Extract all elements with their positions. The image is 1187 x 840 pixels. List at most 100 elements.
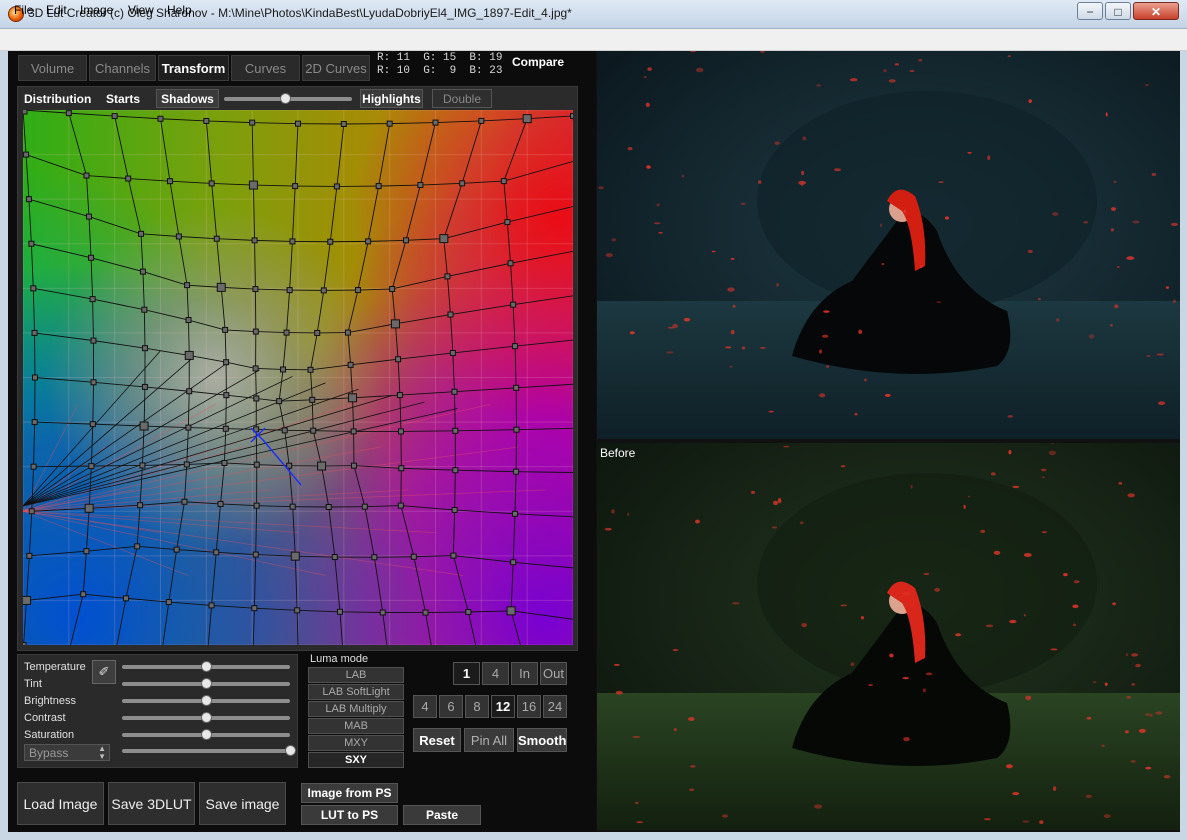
grid-size-12-button[interactable]: 12 xyxy=(491,695,515,718)
minimize-button[interactable]: − xyxy=(1077,2,1103,20)
distribution-label[interactable]: Distribution xyxy=(24,92,91,106)
grid-control-point[interactable] xyxy=(504,219,511,226)
luma-lab-button[interactable]: LAB xyxy=(308,667,404,683)
highlights-button[interactable]: Highlights xyxy=(360,89,423,108)
grid-control-point[interactable] xyxy=(166,178,173,185)
grid-control-point[interactable] xyxy=(138,230,145,237)
grid-control-point[interactable] xyxy=(252,551,259,558)
grid-control-point[interactable] xyxy=(348,393,358,403)
grid-control-point[interactable] xyxy=(397,502,404,509)
grid-control-point[interactable] xyxy=(31,329,38,336)
grid-control-point[interactable] xyxy=(253,461,260,468)
grid-control-point[interactable] xyxy=(396,392,403,399)
color-grid-mesh[interactable] xyxy=(23,110,573,645)
tab-transform[interactable]: Transform xyxy=(158,55,229,81)
grid-control-point[interactable] xyxy=(141,383,148,390)
grid-control-point[interactable] xyxy=(290,551,300,561)
grid-control-point[interactable] xyxy=(510,559,517,566)
grid-control-point[interactable] xyxy=(511,510,518,517)
grid-control-point[interactable] xyxy=(371,554,378,561)
grid-control-point[interactable] xyxy=(208,180,215,187)
luma-sxy-button[interactable]: SXY xyxy=(308,752,404,768)
grid-control-point[interactable] xyxy=(221,459,228,466)
view-1-button[interactable]: 1 xyxy=(453,662,480,685)
grid-control-point[interactable] xyxy=(23,110,28,115)
contrast-slider-knob[interactable] xyxy=(201,712,212,723)
grid-control-point[interactable] xyxy=(439,234,449,244)
grid-control-point[interactable] xyxy=(208,602,215,609)
grid-control-point[interactable] xyxy=(251,237,258,244)
grid-control-point[interactable] xyxy=(184,350,194,360)
grid-control-point[interactable] xyxy=(336,608,343,615)
grid-control-point[interactable] xyxy=(513,426,520,433)
luma-lab-softlight-button[interactable]: LAB SoftLight xyxy=(308,684,404,700)
grid-control-point[interactable] xyxy=(292,183,299,190)
grid-control-point[interactable] xyxy=(283,329,290,336)
grid-control-point[interactable] xyxy=(317,461,327,471)
grid-control-point[interactable] xyxy=(510,301,517,308)
grid-control-point[interactable] xyxy=(157,115,164,122)
grid-control-point[interactable] xyxy=(379,609,386,616)
grid-control-point[interactable] xyxy=(449,349,456,356)
grid-control-point[interactable] xyxy=(478,117,485,124)
grid-control-point[interactable] xyxy=(203,117,210,124)
grid-control-point[interactable] xyxy=(513,384,520,391)
grid-control-point[interactable] xyxy=(512,343,519,350)
grid-control-point[interactable] xyxy=(570,112,574,119)
tab-2d-curves[interactable]: 2D Curves xyxy=(302,55,370,81)
selected-color-marker[interactable] xyxy=(250,427,302,486)
grid-control-point[interactable] xyxy=(123,595,130,602)
grid-control-point[interactable] xyxy=(340,120,347,127)
grid-control-point[interactable] xyxy=(23,642,27,646)
grid-control-point[interactable] xyxy=(365,238,372,245)
blend-mode-select[interactable]: Bypass ▲ ▼ xyxy=(24,744,110,761)
grid-control-point[interactable] xyxy=(280,366,287,373)
grid-control-point[interactable] xyxy=(310,427,317,434)
grid-control-point[interactable] xyxy=(89,421,96,428)
tab-curves[interactable]: Curves xyxy=(231,55,300,81)
grid-control-point[interactable] xyxy=(216,282,226,292)
grid-control-point[interactable] xyxy=(452,427,459,434)
brightness-slider-knob[interactable] xyxy=(201,695,212,706)
luma-mab-button[interactable]: MAB xyxy=(308,718,404,734)
shadows-button[interactable]: Shadows xyxy=(156,89,219,108)
luma-mxy-button[interactable]: MXY xyxy=(308,735,404,751)
grid-control-point[interactable] xyxy=(252,286,259,293)
grid-control-point[interactable] xyxy=(398,465,405,472)
smooth-button[interactable]: Smooth xyxy=(517,728,567,752)
lut-to-ps-button[interactable]: LUT to PS xyxy=(301,805,398,825)
grid-control-point[interactable] xyxy=(23,151,30,158)
grid-control-point[interactable] xyxy=(251,605,258,612)
grid-control-point[interactable] xyxy=(185,424,192,431)
grid-control-point[interactable] xyxy=(253,395,260,402)
menu-edit[interactable]: Edit xyxy=(46,3,67,17)
grid-size-16-button[interactable]: 16 xyxy=(517,695,541,718)
mix-slider[interactable] xyxy=(122,749,290,753)
view-4-button[interactable]: 4 xyxy=(482,662,509,685)
close-button[interactable]: ✕ xyxy=(1133,2,1179,20)
grid-control-point[interactable] xyxy=(402,237,409,244)
grid-control-point[interactable] xyxy=(84,503,94,513)
grid-control-point[interactable] xyxy=(309,396,316,403)
grid-control-point[interactable] xyxy=(289,238,296,245)
grid-control-point[interactable] xyxy=(139,421,149,431)
grid-control-point[interactable] xyxy=(248,180,258,190)
grid-control-point[interactable] xyxy=(450,552,457,559)
grid-control-point[interactable] xyxy=(307,366,314,373)
grid-size-8-button[interactable]: 8 xyxy=(465,695,489,718)
grid-control-point[interactable] xyxy=(320,287,327,294)
grid-control-point[interactable] xyxy=(183,461,190,468)
grid-control-point[interactable] xyxy=(276,398,283,405)
saturation-slider-knob[interactable] xyxy=(201,729,212,740)
grid-control-point[interactable] xyxy=(142,345,149,352)
grid-control-point[interactable] xyxy=(286,287,293,294)
grid-control-point[interactable] xyxy=(184,282,191,289)
grid-control-point[interactable] xyxy=(286,462,293,469)
grid-control-point[interactable] xyxy=(223,392,230,399)
grid-control-point[interactable] xyxy=(459,180,466,187)
save-image-button[interactable]: Save image xyxy=(199,782,286,825)
grid-control-point[interactable] xyxy=(252,328,259,335)
grid-control-point[interactable] xyxy=(90,337,97,344)
grid-control-point[interactable] xyxy=(375,183,382,190)
double-button[interactable]: Double xyxy=(432,89,492,108)
